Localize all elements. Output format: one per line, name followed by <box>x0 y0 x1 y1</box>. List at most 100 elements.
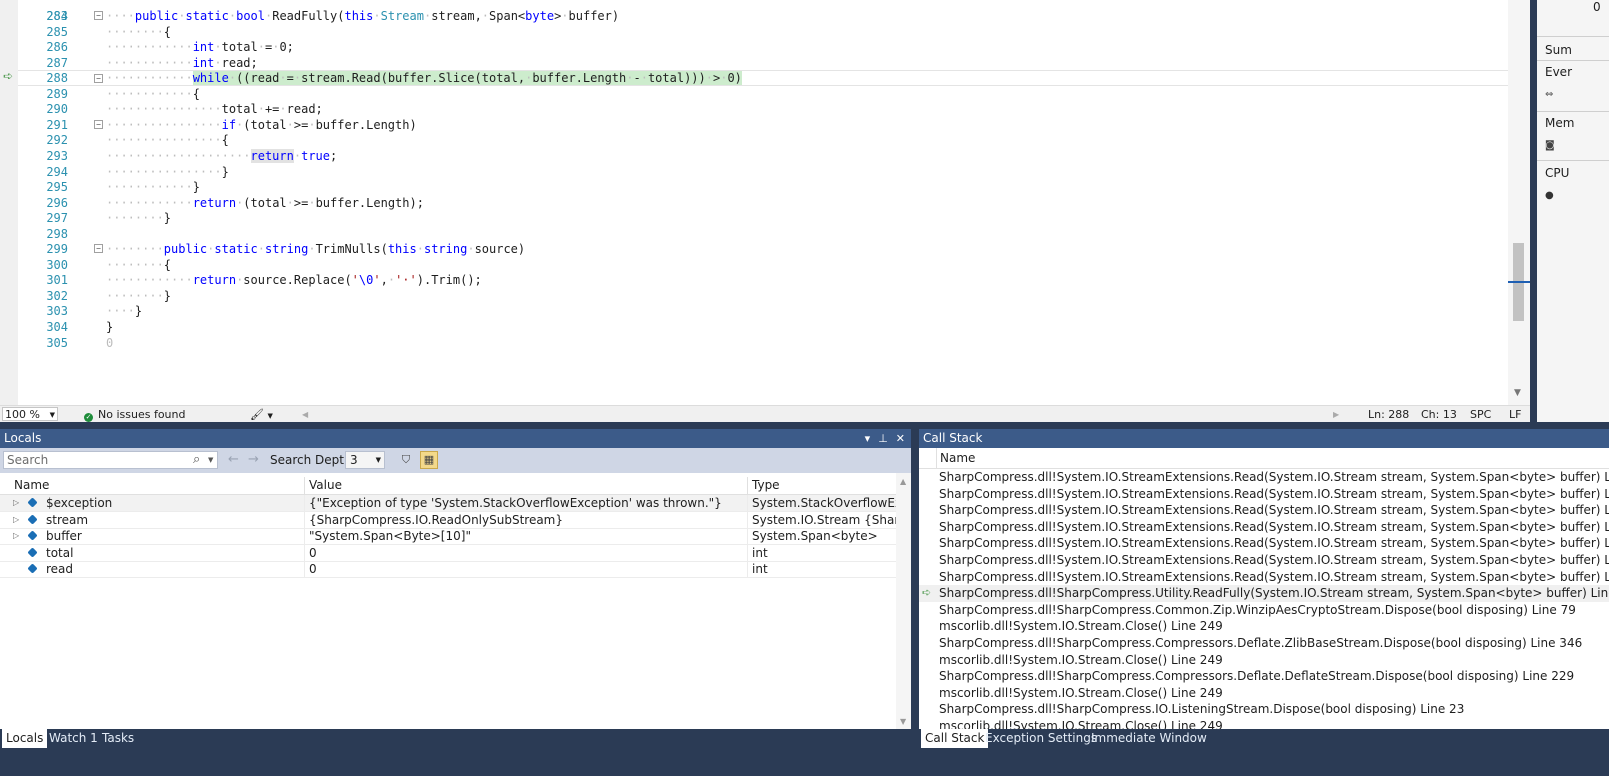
call-stack-frame[interactable]: SharpCompress.dll!System.IO.StreamExtens… <box>919 569 1609 586</box>
tab-tasks[interactable]: Tasks <box>98 729 138 748</box>
view-toggle-button[interactable]: ▦ <box>420 451 438 469</box>
call-stack-frame[interactable]: mscorlib.dll!System.IO.Stream.Close() Li… <box>919 618 1609 635</box>
search-depth-dropdown[interactable]: 3 ▼ <box>345 451 385 469</box>
scroll-right-icon[interactable]: ▶ <box>1333 406 1339 423</box>
code-line[interactable]: 300 ········{ <box>18 257 1508 273</box>
locals-vertical-scrollbar[interactable]: ▲ ▼ <box>896 473 911 729</box>
code-line[interactable]: 291− ················if·(total·>=·buffer.… <box>18 117 1508 133</box>
diag-tab-summary[interactable]: Sum <box>1545 43 1572 57</box>
column-header-name[interactable]: Name <box>940 448 975 468</box>
collapse-icon[interactable]: − <box>94 244 103 254</box>
code-line[interactable]: 301 ············return·source.Replace('\0… <box>18 272 1508 288</box>
whitespace-indicator[interactable]: SPC <box>1470 406 1491 423</box>
window-position-dropdown-icon[interactable]: ▾ <box>865 432 871 445</box>
filter-pin-button[interactable]: ⛉ <box>397 451 415 469</box>
search-back-arrow-icon[interactable]: ← <box>228 452 239 468</box>
call-stack-frame[interactable]: SharpCompress.dll!SharpCompress.IO.Liste… <box>919 701 1609 718</box>
code-line[interactable]: 299− ········public·static·string·TrimNul… <box>18 241 1508 257</box>
code-token: ········ <box>106 71 164 86</box>
issues-indicator[interactable]: ✓ No issues found <box>84 406 185 423</box>
locals-row[interactable]: total 0 int <box>0 544 896 562</box>
tab-locals[interactable]: Locals <box>2 729 48 748</box>
code-line[interactable]: 305 0 <box>18 335 1508 351</box>
search-icon[interactable]: ⌕ <box>193 452 200 468</box>
locals-search-input[interactable] <box>3 451 218 469</box>
call-stack-frame[interactable]: SharpCompress.dll!System.IO.StreamExtens… <box>919 535 1609 552</box>
indicator-margin[interactable]: ➪ <box>0 0 18 405</box>
code-editor[interactable]: ➪ 283 284− ····public·static·bool·ReadFul… <box>0 0 1530 405</box>
locals-row[interactable]: ▷ stream {SharpCompress.IO.ReadOnlySubStre… <box>0 511 896 529</box>
code-line[interactable]: 303 ····} <box>18 303 1508 319</box>
search-forward-arrow-icon[interactable]: → <box>248 452 259 468</box>
variable-value[interactable]: {"Exception of type 'System.StackOverflo… <box>304 495 747 511</box>
chevron-down-icon[interactable]: ▼ <box>208 452 213 468</box>
variable-value[interactable]: "System.Span<Byte>[10]" <box>304 528 747 545</box>
call-stack-frame-current[interactable]: ➪ SharpCompress.dll!SharpCompress.Utility… <box>919 585 1609 602</box>
variable-value[interactable]: 0 <box>304 544 747 561</box>
locals-row[interactable]: ▷ buffer "System.Span<Byte>[10]" System.Spa… <box>0 528 896 546</box>
line-indicator[interactable]: Ln: 288 <box>1368 406 1409 423</box>
call-stack-frame[interactable]: SharpCompress.dll!System.IO.StreamExtens… <box>919 519 1609 536</box>
locals-title-bar[interactable]: Locals ▾ ⊥ ✕ <box>0 429 911 448</box>
scroll-up-icon[interactable]: ▲ <box>900 477 906 486</box>
tab-call-stack[interactable]: Call Stack <box>921 729 989 748</box>
call-stack-frame[interactable]: SharpCompress.dll!System.IO.StreamExtens… <box>919 469 1609 486</box>
call-stack-frame[interactable]: SharpCompress.dll!SharpCompress.Common.Z… <box>919 602 1609 619</box>
column-header-type[interactable]: Type <box>747 477 896 494</box>
call-stack-frame[interactable]: SharpCompress.dll!System.IO.StreamExtens… <box>919 502 1609 519</box>
call-stack-frame[interactable]: SharpCompress.dll!SharpCompress.Compress… <box>919 668 1609 685</box>
code-line[interactable]: 296 ············return·(total·>=·buffer.L… <box>18 195 1508 211</box>
zoom-dropdown[interactable]: 100 % ▼ <box>2 407 58 421</box>
expand-icon[interactable]: ▷ <box>13 495 19 511</box>
tab-exception-settings[interactable]: Exception Settings <box>981 729 1101 748</box>
call-stack-title-bar[interactable]: Call Stack <box>919 429 1609 448</box>
editor-vertical-scrollbar[interactable]: ▼ <box>1508 0 1530 405</box>
code-line[interactable]: 292 ················{ <box>18 132 1508 148</box>
column-header-value[interactable]: Value <box>304 477 747 494</box>
locals-row[interactable]: read 0 int <box>0 561 896 579</box>
scroll-left-icon[interactable]: ◀ <box>302 406 308 423</box>
code-line[interactable]: 286 ············int·total·=·0; <box>18 39 1508 55</box>
collapse-icon[interactable]: − <box>94 119 103 129</box>
expand-icon[interactable]: ▷ <box>13 512 19 528</box>
code-line[interactable]: 284− ····public·static·bool·ReadFully(thi… <box>18 8 1508 24</box>
call-stack-frame[interactable]: SharpCompress.dll!System.IO.StreamExtens… <box>919 486 1609 503</box>
line-ending-indicator[interactable]: LF <box>1509 406 1521 423</box>
record-icon[interactable]: ● <box>1545 190 1554 201</box>
call-stack-frame[interactable]: mscorlib.dll!System.IO.Stream.Close() Li… <box>919 685 1609 702</box>
code-line[interactable]: 289 ············{ <box>18 86 1508 102</box>
call-stack-frame[interactable]: mscorlib.dll!System.IO.Stream.Close() Li… <box>919 652 1609 669</box>
link-icon[interactable]: ⇔ <box>1545 89 1553 100</box>
scroll-down-icon[interactable]: ▼ <box>900 717 906 726</box>
camera-icon[interactable]: ◙ <box>1545 140 1555 151</box>
tab-immediate-window[interactable]: Immediate Window <box>1087 729 1211 748</box>
code-line[interactable]: 302 ········} <box>18 288 1508 304</box>
code-line[interactable]: 290 ················total·+=·read; <box>18 101 1508 117</box>
call-stack-frame[interactable]: SharpCompress.dll!SharpCompress.Compress… <box>919 635 1609 652</box>
variable-value[interactable]: 0 <box>304 561 747 578</box>
code-line[interactable]: 293 ····················return·true; <box>18 148 1508 164</box>
tab-watch-1[interactable]: Watch 1 <box>45 729 102 748</box>
code-line[interactable]: 294 ················} <box>18 164 1508 180</box>
code-line[interactable]: 304} <box>18 319 1508 335</box>
expand-icon[interactable]: ▷ <box>13 528 19 544</box>
call-stack-frame[interactable]: mscorlib.dll!System.IO.Stream.Close() Li… <box>919 718 1609 729</box>
variable-value[interactable]: {SharpCompress.IO.ReadOnlySubStream} <box>304 511 747 528</box>
code-line[interactable]: 297 ········} <box>18 210 1508 226</box>
column-indicator[interactable]: Ch: 13 <box>1421 406 1457 423</box>
scroll-down-icon[interactable]: ▼ <box>1514 388 1521 398</box>
collapse-icon[interactable]: − <box>94 11 103 20</box>
code-line[interactable]: 287 ············int·read; <box>18 55 1508 71</box>
collapse-icon[interactable]: − <box>94 74 103 84</box>
code-token: · <box>228 9 237 23</box>
pin-icon[interactable]: ⊥ <box>878 432 888 445</box>
code-line[interactable]: 295 ············} <box>18 179 1508 195</box>
code-area[interactable]: 283 284− ····public·static·bool·ReadFully… <box>18 0 1508 405</box>
locals-row[interactable]: ▷ $exception {"Exception of type 'System.S… <box>0 495 896 512</box>
code-line-current[interactable]: 288− ············while·((read·=·stream.Re… <box>18 70 1508 87</box>
code-line[interactable]: 285 ········{ <box>18 24 1508 40</box>
close-icon[interactable]: ✕ <box>896 432 905 445</box>
call-stack-frame[interactable]: SharpCompress.dll!System.IO.StreamExtens… <box>919 552 1609 569</box>
column-header-name[interactable]: Name <box>10 477 304 494</box>
code-line[interactable]: 298 <box>18 226 1508 242</box>
